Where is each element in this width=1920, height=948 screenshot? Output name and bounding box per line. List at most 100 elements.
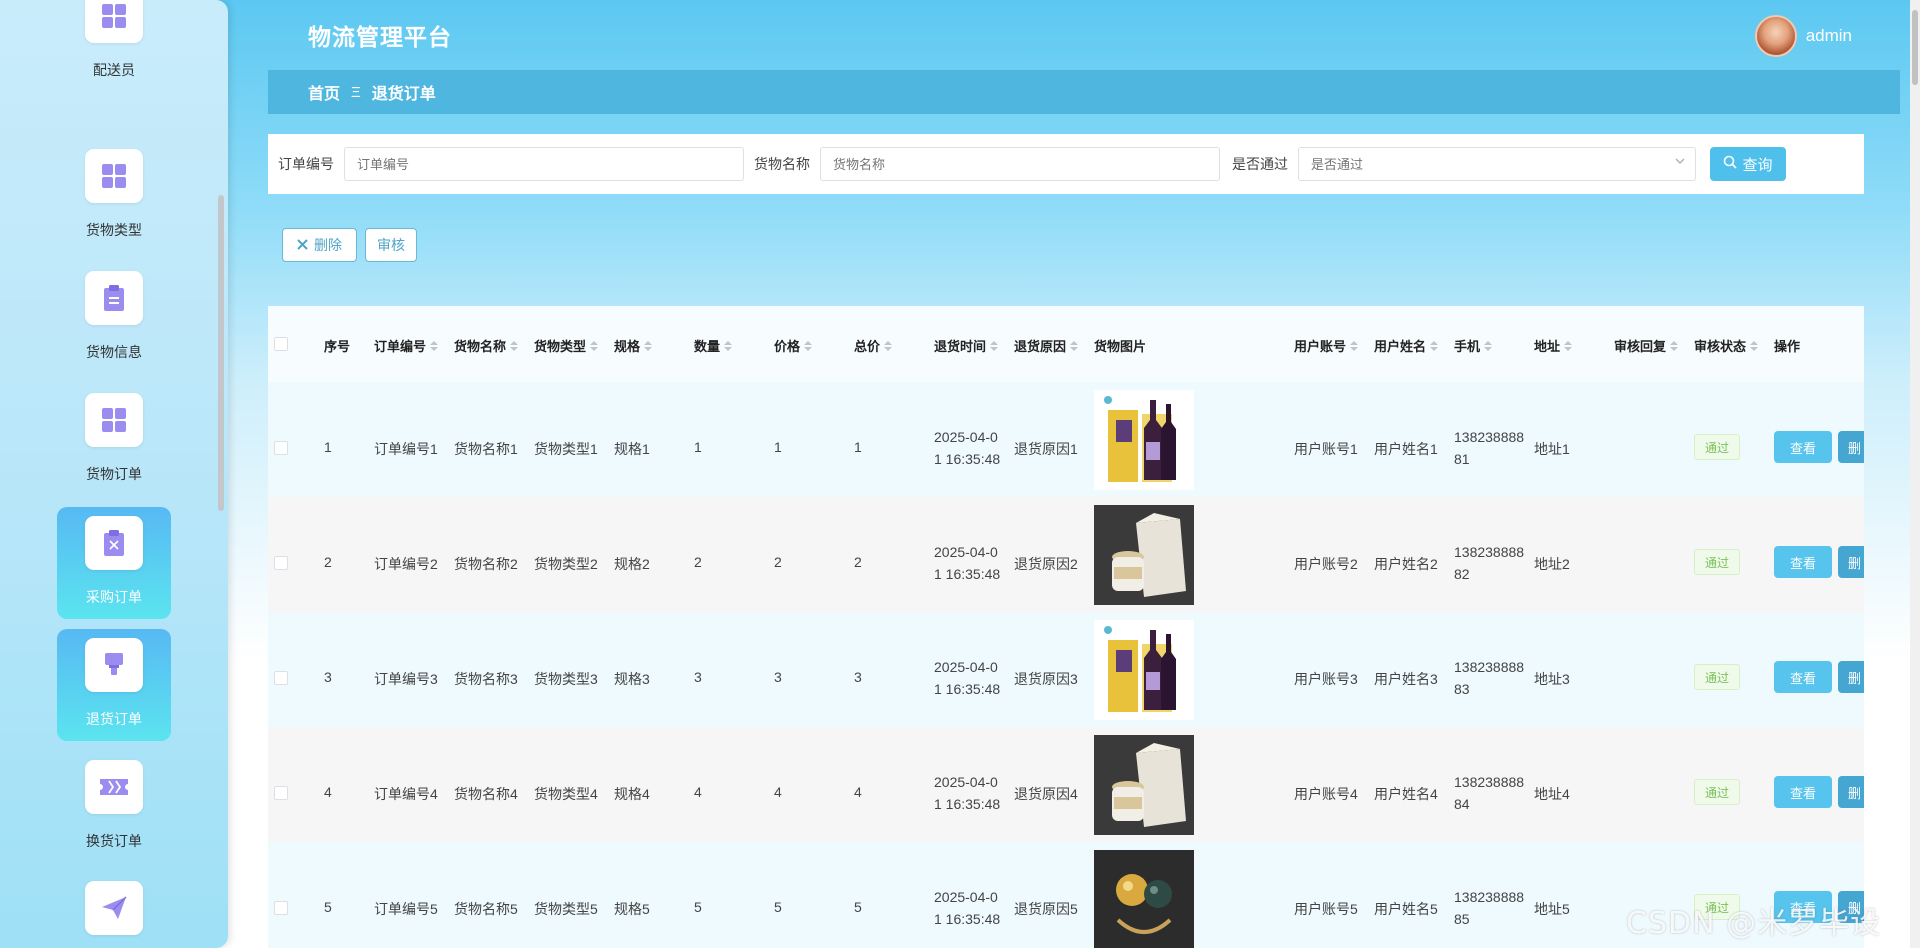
table-row: 5 订单编号5 货物名称5 货物类型5 规格5 5 5 5 2025-04-0 1 16:35:4…: [268, 842, 1864, 948]
breadcrumb-separator: Ξ: [351, 83, 361, 101]
goods-name-cell: 货物名称5: [454, 901, 518, 917]
price-cell: 3: [774, 669, 782, 685]
phone-cell: 138238888: [1454, 659, 1525, 675]
row-checkbox[interactable]: [274, 901, 288, 915]
sort-icon: [430, 340, 439, 351]
audit-button[interactable]: 审核: [365, 228, 417, 262]
phone-cell: 138238888: [1454, 544, 1525, 560]
address-cell: 地址5: [1534, 901, 1570, 917]
delete-button-label: 删除: [314, 237, 342, 253]
col-status[interactable]: 审核状态: [1694, 336, 1759, 355]
col-goods-image: 货物图片: [1094, 339, 1147, 354]
delete-row-button[interactable]: 删: [1838, 661, 1864, 693]
total-cell: 4: [854, 784, 862, 800]
select-all-checkbox[interactable]: [274, 337, 288, 351]
total-cell: 2: [854, 554, 862, 570]
col-spec[interactable]: 规格: [614, 336, 653, 355]
view-button[interactable]: 查看: [1774, 776, 1832, 808]
qty-cell: 3: [694, 669, 702, 685]
col-total[interactable]: 总价: [854, 336, 893, 355]
spec-cell: 规格2: [614, 556, 650, 572]
sidebar-item-deliverer[interactable]: 配送员: [57, 0, 171, 92]
goods-name-cell: 货物名称3: [454, 671, 518, 687]
search-icon: [1723, 155, 1738, 173]
col-account[interactable]: 用户账号: [1294, 336, 1359, 355]
col-goods-type[interactable]: 货物类型: [534, 336, 599, 355]
passed-select-input[interactable]: [1298, 147, 1696, 181]
goods-image[interactable]: [1094, 850, 1194, 948]
audit-button-label: 审核: [377, 237, 405, 253]
col-address[interactable]: 地址: [1534, 336, 1573, 355]
goods-image[interactable]: [1094, 390, 1194, 490]
goods-image[interactable]: [1094, 505, 1194, 605]
row-checkbox[interactable]: [274, 786, 288, 800]
account-cell: 用户账号4: [1294, 786, 1358, 802]
view-button[interactable]: 查看: [1774, 546, 1832, 578]
user-menu[interactable]: admin: [1754, 15, 1852, 57]
row-checkbox[interactable]: [274, 671, 288, 685]
order-no-cell: 订单编号2: [374, 556, 438, 572]
goods-name-input[interactable]: [820, 147, 1220, 181]
spec-cell: 规格5: [614, 901, 650, 917]
delete-button[interactable]: 删除: [282, 228, 357, 262]
total-cell: 3: [854, 669, 862, 685]
avatar[interactable]: [1754, 15, 1797, 57]
return-time-cell: 1 16:35:48: [934, 451, 1001, 467]
close-icon: [297, 237, 308, 253]
col-order-no[interactable]: 订单编号: [374, 336, 439, 355]
table-row: 1 订单编号1 货物名称1 货物类型1 规格1 1 1 1 2025-04-0 1 16:35:4…: [268, 382, 1864, 497]
total-cell: 1: [854, 439, 862, 455]
row-index: 1: [324, 439, 332, 455]
qty-cell: 4: [694, 784, 702, 800]
col-user-name[interactable]: 用户姓名: [1374, 336, 1439, 355]
return-reason-cell: 退货原因4: [1014, 786, 1078, 802]
col-phone[interactable]: 手机: [1454, 336, 1493, 355]
return-time-cell: 2025-04-0: [934, 774, 998, 790]
qty-cell: 1: [694, 439, 702, 455]
qty-cell: 2: [694, 554, 702, 570]
page-scrollbar[interactable]: [1910, 0, 1920, 948]
delete-row-button[interactable]: 删: [1838, 546, 1864, 578]
sidebar-item-goods-type[interactable]: 货物类型: [57, 140, 171, 252]
page-scrollbar-thumb[interactable]: [1912, 10, 1918, 85]
col-goods-name[interactable]: 货物名称: [454, 336, 519, 355]
user-name-cell: 用户姓名1: [1374, 441, 1438, 457]
passed-select[interactable]: [1298, 147, 1696, 181]
row-checkbox[interactable]: [274, 556, 288, 570]
order-no-input[interactable]: [344, 147, 744, 181]
view-button[interactable]: 查看: [1774, 431, 1832, 463]
status-badge: 通过: [1694, 434, 1740, 460]
sort-icon: [1350, 340, 1359, 351]
sidebar-item-purchase-order[interactable]: 采购订单: [57, 507, 171, 619]
grid-icon: [85, 0, 143, 43]
sort-icon: [1564, 340, 1573, 351]
search-button[interactable]: 查询: [1710, 147, 1786, 181]
goods-type-cell: 货物类型5: [534, 901, 598, 917]
col-return-time[interactable]: 退货时间: [934, 336, 999, 355]
clipboard-x-icon: [85, 516, 143, 570]
goods-image[interactable]: [1094, 735, 1194, 835]
breadcrumb-home[interactable]: 首页: [308, 80, 340, 104]
sidebar-item-more[interactable]: [57, 872, 171, 948]
col-reply[interactable]: 审核回复: [1614, 336, 1679, 355]
col-price[interactable]: 价格: [774, 336, 813, 355]
paper-plane-icon: [85, 881, 143, 935]
sidebar-item-return-order[interactable]: 退货订单: [57, 629, 171, 741]
col-qty[interactable]: 数量: [694, 336, 733, 355]
sidebar-item-exchange-order[interactable]: 换货订单: [57, 751, 171, 863]
address-cell: 地址4: [1534, 786, 1570, 802]
view-button[interactable]: 查看: [1774, 661, 1832, 693]
row-index: 4: [324, 784, 332, 800]
delete-row-button[interactable]: 删: [1838, 431, 1864, 463]
account-cell: 用户账号1: [1294, 441, 1358, 457]
row-index: 2: [324, 554, 332, 570]
col-return-reason[interactable]: 退货原因: [1014, 336, 1079, 355]
goods-image[interactable]: [1094, 620, 1194, 720]
sidebar-item-goods-info[interactable]: 货物信息: [57, 262, 171, 374]
table-row: 3 订单编号3 货物名称3 货物类型3 规格3 3 3 3 2025-04-0 1 16:35:4…: [268, 612, 1864, 727]
row-checkbox[interactable]: [274, 441, 288, 455]
chevron-down-icon: [1674, 155, 1686, 170]
delete-row-button[interactable]: 删: [1838, 776, 1864, 808]
sidebar-scrollbar[interactable]: [218, 195, 224, 511]
sidebar-item-goods-order[interactable]: 货物订单: [57, 384, 171, 496]
